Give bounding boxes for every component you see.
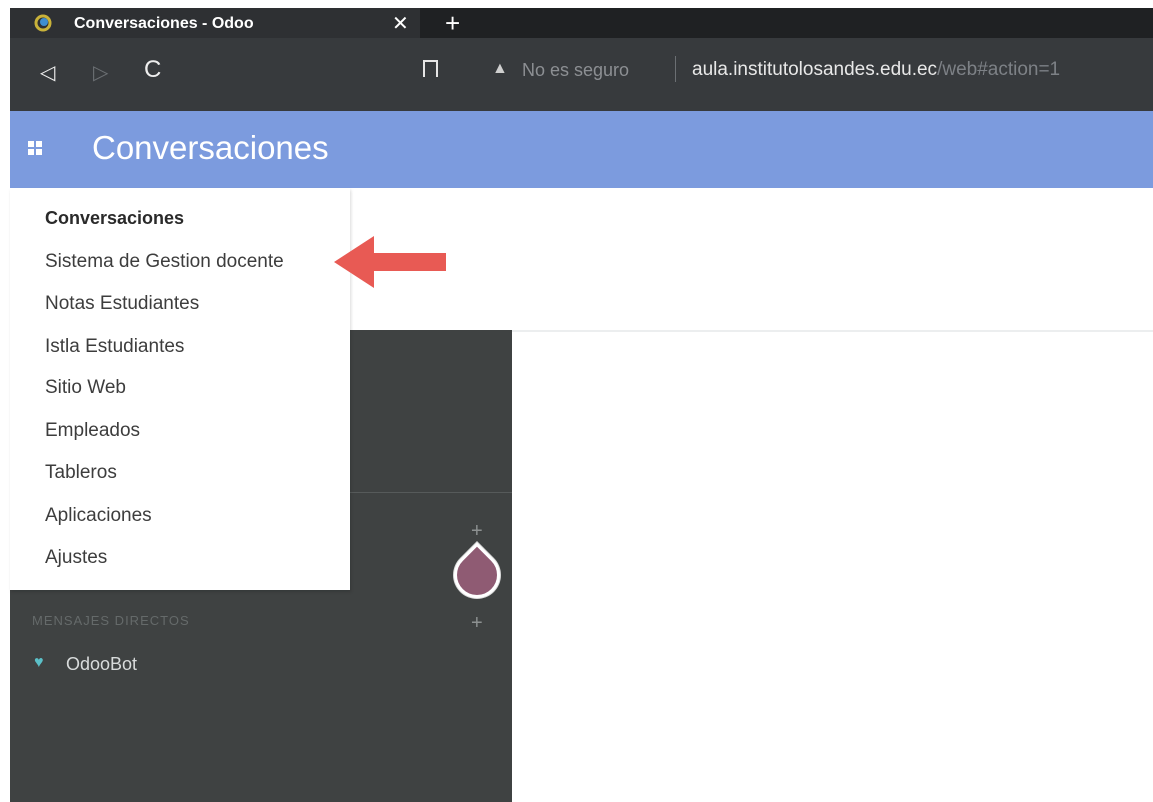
heart-icon: ♥ — [34, 654, 44, 671]
browser-tab[interactable]: Conversaciones - Odoo ✕ — [10, 8, 420, 38]
reload-icon[interactable]: C — [144, 56, 161, 84]
red-arrow-icon — [334, 236, 446, 288]
url-path: /web#action=1 — [937, 59, 1061, 80]
bookmark-icon[interactable] — [423, 60, 438, 82]
menu-item-ajustes[interactable]: Ajustes — [45, 547, 107, 569]
dm-item-odoobot[interactable]: OdooBot — [66, 654, 137, 675]
menu-item-notas-estudiantes[interactable]: Notas Estudiantes — [45, 293, 199, 315]
browser-toolbar: ◁ ▷ C ▲ No es seguro aula.institutolosan… — [10, 38, 1153, 111]
warning-icon[interactable]: ▲ — [492, 60, 508, 78]
url-separator — [675, 56, 676, 82]
menu-item-empleados[interactable]: Empleados — [45, 420, 140, 442]
menu-item-aplicaciones[interactable]: Aplicaciones — [45, 505, 152, 527]
menu-item-conversaciones[interactable]: Conversaciones — [45, 208, 184, 229]
direct-messages-header[interactable]: MENSAJES DIRECTOS — [32, 613, 190, 628]
odoo-favicon-icon — [34, 14, 52, 32]
menu-item-tableros[interactable]: Tableros — [45, 462, 117, 484]
add-channel-icon[interactable]: + — [471, 520, 483, 543]
menu-item-sitio-web[interactable]: Sitio Web — [45, 377, 126, 399]
back-icon[interactable]: ◁ — [40, 60, 55, 85]
menu-item-istla-estudiantes[interactable]: Istla Estudiantes — [45, 336, 184, 358]
security-status[interactable]: No es seguro — [522, 60, 629, 81]
browser-tab-strip: Conversaciones - Odoo ✕ + — [10, 8, 1153, 38]
tab-title: Conversaciones - Odoo — [74, 15, 254, 32]
menu-item-sistema-gestion-docente[interactable]: Sistema de Gestion docente — [45, 251, 284, 273]
odoo-navbar: Conversaciones — [10, 111, 1153, 188]
apps-dropdown-menu: Conversaciones Sistema de Gestion docent… — [10, 188, 350, 590]
close-tab-icon[interactable]: ✕ — [392, 11, 409, 36]
apps-grid-icon[interactable] — [28, 141, 42, 155]
app-title[interactable]: Conversaciones — [92, 129, 329, 167]
address-bar[interactable]: aula.institutolosandes.edu.ec/web#action… — [692, 59, 1060, 81]
new-tab-button[interactable]: + — [445, 8, 460, 39]
add-direct-message-icon[interactable]: + — [471, 612, 483, 635]
forward-icon[interactable]: ▷ — [93, 60, 108, 85]
url-host: aula.institutolosandes.edu.ec — [692, 59, 938, 80]
